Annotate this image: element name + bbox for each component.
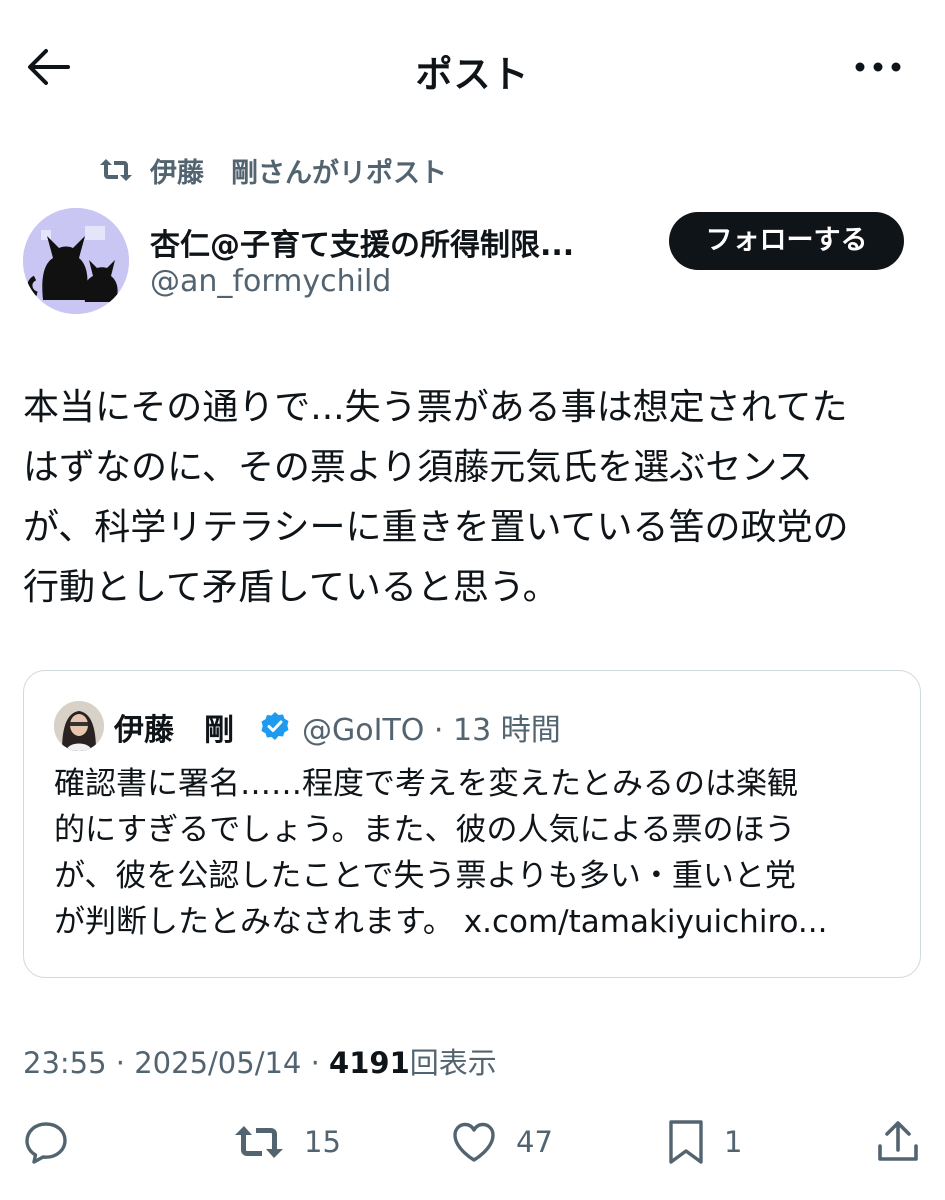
quoted-author-handle[interactable]: @GoITO · 13 時間 bbox=[302, 705, 561, 749]
quoted-post-link[interactable]: x.com/tamakiyuichiro... bbox=[464, 904, 828, 940]
like-button[interactable]: 47 bbox=[450, 1118, 553, 1166]
repost-text[interactable]: 伊藤 剛さんがリポスト bbox=[150, 151, 447, 190]
quoted-post-text: 確認書に署名……程度で考えを変えたとみるのは楽観 的にすぎるでしょう。また、彼の… bbox=[54, 761, 899, 945]
repost-icon bbox=[232, 1120, 286, 1164]
repost-indicator: 伊藤 剛さんがリポスト bbox=[98, 150, 447, 190]
reply-icon bbox=[22, 1118, 70, 1166]
share-button[interactable] bbox=[875, 1118, 921, 1166]
repost-count: 15 bbox=[304, 1125, 341, 1159]
author-name[interactable]: 杏仁@子育て支援の所得制限... bbox=[150, 220, 574, 264]
repost-icon bbox=[98, 155, 134, 185]
quoted-author-avatar[interactable] bbox=[54, 701, 104, 751]
quoted-post[interactable]: 伊藤 剛 @GoITO · 13 時間 確認書に署名……程度で考えを変えたとみる… bbox=[23, 670, 921, 978]
follow-button[interactable]: フォローする bbox=[669, 212, 904, 270]
author-avatar[interactable] bbox=[23, 208, 129, 314]
post-timestamp[interactable]: 23:55 · 2025/05/14 · bbox=[23, 1046, 329, 1080]
bookmark-button[interactable]: 1 bbox=[666, 1118, 742, 1166]
bookmark-icon bbox=[666, 1118, 706, 1166]
page-title: ポスト bbox=[415, 53, 530, 96]
post-meta: 23:55 · 2025/05/14 · 4191回表示 bbox=[23, 1040, 497, 1082]
like-icon bbox=[450, 1120, 498, 1164]
more-icon[interactable] bbox=[852, 50, 904, 84]
reply-button[interactable] bbox=[22, 1118, 88, 1166]
verified-icon bbox=[260, 711, 290, 741]
quoted-author-name[interactable]: 伊藤 剛 bbox=[114, 705, 234, 749]
post-text: 本当にその通りで...失う票がある事は想定されてた はずなのに、その票より須藤元… bbox=[23, 387, 849, 608]
repost-button[interactable]: 15 bbox=[232, 1118, 341, 1166]
like-count: 47 bbox=[516, 1125, 553, 1159]
author-handle[interactable]: @an_formychild bbox=[150, 264, 391, 299]
bookmark-count: 1 bbox=[724, 1125, 743, 1159]
views-label: 回表示 bbox=[409, 1046, 497, 1080]
view-count: 4191 bbox=[329, 1046, 410, 1080]
share-icon bbox=[875, 1118, 921, 1166]
